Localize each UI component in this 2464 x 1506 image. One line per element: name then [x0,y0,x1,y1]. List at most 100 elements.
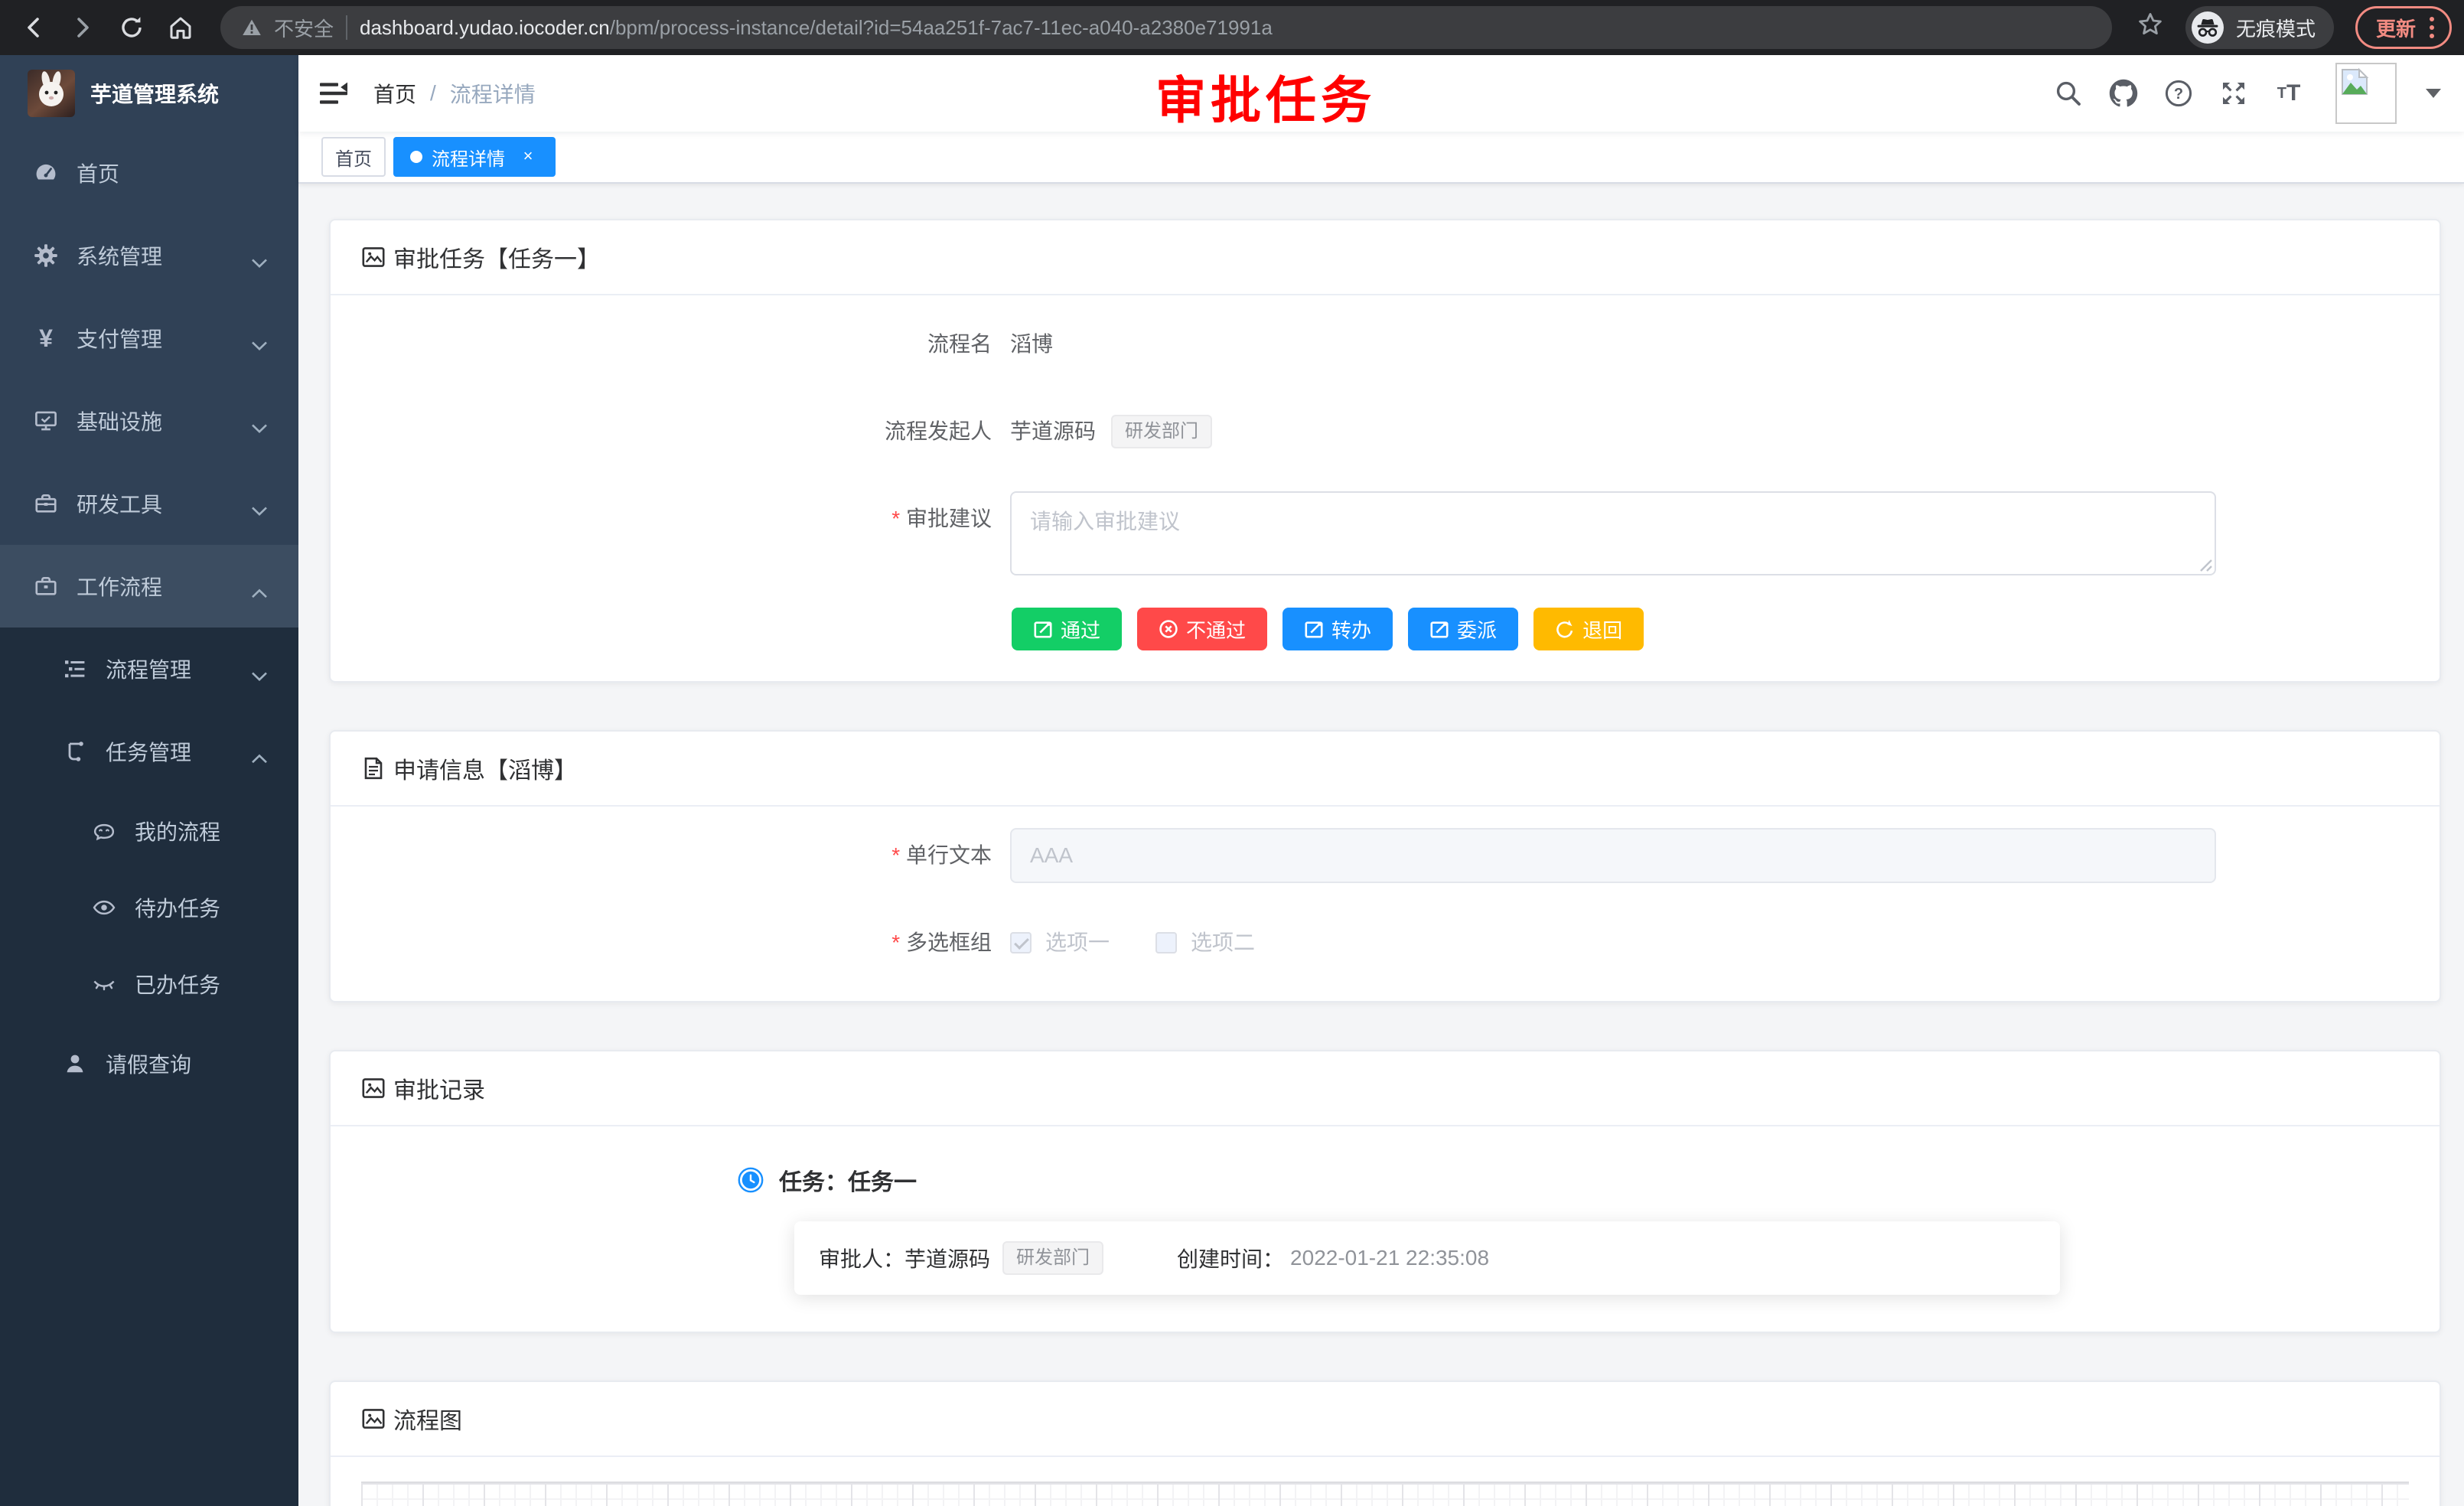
checkbox-checked-icon [1010,932,1032,953]
sidebar-item-process-management[interactable]: 流程管理 [0,628,298,710]
dashboard-icon [34,161,58,185]
process-name-value: 滔博 [1010,317,1053,372]
sidebar-item-label: 流程管理 [106,654,191,684]
avatar-caret-icon[interactable] [2426,89,2441,98]
approve-task-card: 审批任务【任务一】 流程名 滔博 流程发起人 芋道源码 研发部门 [329,219,2441,683]
incognito-label: 无痕模式 [2236,14,2316,42]
sidebar-item-infrastructure[interactable]: 基础设施 [0,380,298,462]
sidebar-item-label: 任务管理 [106,736,191,767]
document-icon [361,756,386,781]
suggest-textarea[interactable] [1010,491,2216,575]
tab-home[interactable]: 首页 [321,137,386,177]
page-content: 审批任务【任务一】 流程名 滔博 流程发起人 芋道源码 研发部门 [298,184,2464,1506]
sidebar-item-label: 首页 [77,158,119,188]
fullscreen-icon[interactable] [2219,79,2248,108]
navbar-actions: ? TT [2054,63,2441,124]
sidebar-item-todo-tasks[interactable]: 待办任务 [0,869,298,946]
star-icon [2136,11,2164,38]
single-text-input[interactable] [1010,828,2216,883]
checkbox-option-1[interactable]: 选项一 [1010,915,1110,970]
help-icon[interactable]: ? [2164,79,2193,108]
sidebar-item-home[interactable]: 首页 [0,132,298,214]
approver-label: 审批人： [819,1243,904,1273]
browser-update-button[interactable]: 更新 [2355,6,2452,49]
forward-arrow-icon [69,14,96,41]
card-title: 审批任务【任务一】 [393,240,600,274]
button-label: 转办 [1331,615,1371,644]
browser-reload-button[interactable] [110,6,153,49]
bpmn-diagram-canvas[interactable] [361,1482,2409,1506]
approve-reject-button[interactable]: 不通过 [1137,608,1267,650]
timeline: 任务：任务一 审批人：芋道源码 研发部门 创建时间： 2022-01-21 22… [738,1148,2409,1295]
approve-return-button[interactable]: 退回 [1533,608,1644,650]
sidebar-item-dev-tools[interactable]: 研发工具 [0,462,298,545]
chevron-down-icon [251,415,268,439]
approve-buttons-row: 通过 不通过 转办 委 [1012,608,2409,650]
breadcrumb-home-link[interactable]: 首页 [373,78,416,109]
browser-back-button[interactable] [12,6,55,49]
initiator-value: 芋道源码 [1010,404,1096,459]
browser-forward-button[interactable] [61,6,104,49]
sidebar-item-label: 待办任务 [135,892,220,923]
tab-process-detail[interactable]: 流程详情 × [393,137,556,177]
bookmark-star-button[interactable] [2136,11,2164,44]
sidebar-item-done-tasks[interactable]: 已办任务 [0,946,298,1022]
chevron-up-icon [251,580,268,605]
button-label: 通过 [1061,615,1100,644]
security-warning-label: 不安全 [274,14,334,42]
url-host: dashboard.yudao.iocoder.cn [360,16,610,39]
sidebar-collapse-button[interactable] [318,78,349,109]
tags-view-bar: 首页 流程详情 × [298,132,2464,184]
approve-transfer-button[interactable]: 转办 [1283,608,1393,650]
task-title: 任务：任务一 [779,1163,917,1197]
breadcrumb-current: 流程详情 [450,78,536,109]
sidebar-item-task-management[interactable]: 任务管理 [0,710,298,793]
tab-close-icon[interactable]: × [517,146,539,168]
button-label: 不通过 [1186,615,1246,644]
chevron-down-icon [251,332,268,357]
checkbox-option-2[interactable]: 选项二 [1155,915,1255,970]
single-text-row: 单行文本 [361,828,2409,883]
sidebar-item-system[interactable]: 系统管理 [0,214,298,297]
search-icon[interactable] [2054,79,2083,108]
approve-delegate-button[interactable]: 委派 [1408,608,1518,650]
process-name-label: 流程名 [361,317,1010,372]
incognito-badge: 无痕模式 [2185,6,2334,49]
initiator-row: 流程发起人 芋道源码 研发部门 [361,404,2409,459]
avatar[interactable] [2335,63,2397,124]
sidebar: 芋道管理系统 首页 系统管理 ¥ 支付管理 [0,55,298,1506]
checkbox-group: 选项一 选项二 [1010,915,1255,970]
create-time-value: 2022-01-21 22:35:08 [1290,1246,1489,1270]
font-size-icon[interactable]: TT [2274,79,2303,108]
browser-menu-icon[interactable] [2430,17,2434,38]
dept-tag: 研发部门 [1111,415,1212,448]
tab-label: 流程详情 [432,144,505,171]
approve-pass-button[interactable]: 通过 [1012,608,1122,650]
address-bar[interactable]: 不安全 dashboard.yudao.iocoder.cn/bpm/proce… [220,6,2112,49]
sidebar-item-label: 请假查询 [106,1048,191,1079]
briefcase-icon [34,574,58,598]
button-label: 退回 [1582,615,1622,644]
dept-tag: 研发部门 [1002,1241,1103,1275]
incognito-icon [2192,11,2224,44]
checkbox-label: 选项一 [1045,915,1110,970]
sidebar-item-label: 工作流程 [77,571,162,601]
suggest-row: 审批建议 [361,491,2409,575]
edit-icon [1033,619,1053,639]
sidebar-item-my-process[interactable]: 我的流程 [0,793,298,869]
sidebar-item-workflow[interactable]: 工作流程 [0,545,298,628]
picture-icon [361,245,386,269]
app-title: 芋道管理系统 [90,78,219,109]
circle-close-icon [1159,619,1178,639]
sidebar-item-label: 已办任务 [135,969,220,999]
tree-table-icon [63,657,87,681]
single-text-label: 单行文本 [361,828,1010,883]
card-title: 流程图 [393,1402,462,1436]
approver-value: 芋道源码 [904,1243,990,1273]
sidebar-item-payment[interactable]: ¥ 支付管理 [0,297,298,380]
apply-info-card-body: 单行文本 多选框组 选项一 [331,807,2440,1001]
sidebar-item-leave-query[interactable]: 请假查询 [0,1022,298,1105]
browser-home-button[interactable] [159,6,202,49]
github-icon[interactable] [2109,79,2138,108]
svg-text:?: ? [2174,86,2183,103]
